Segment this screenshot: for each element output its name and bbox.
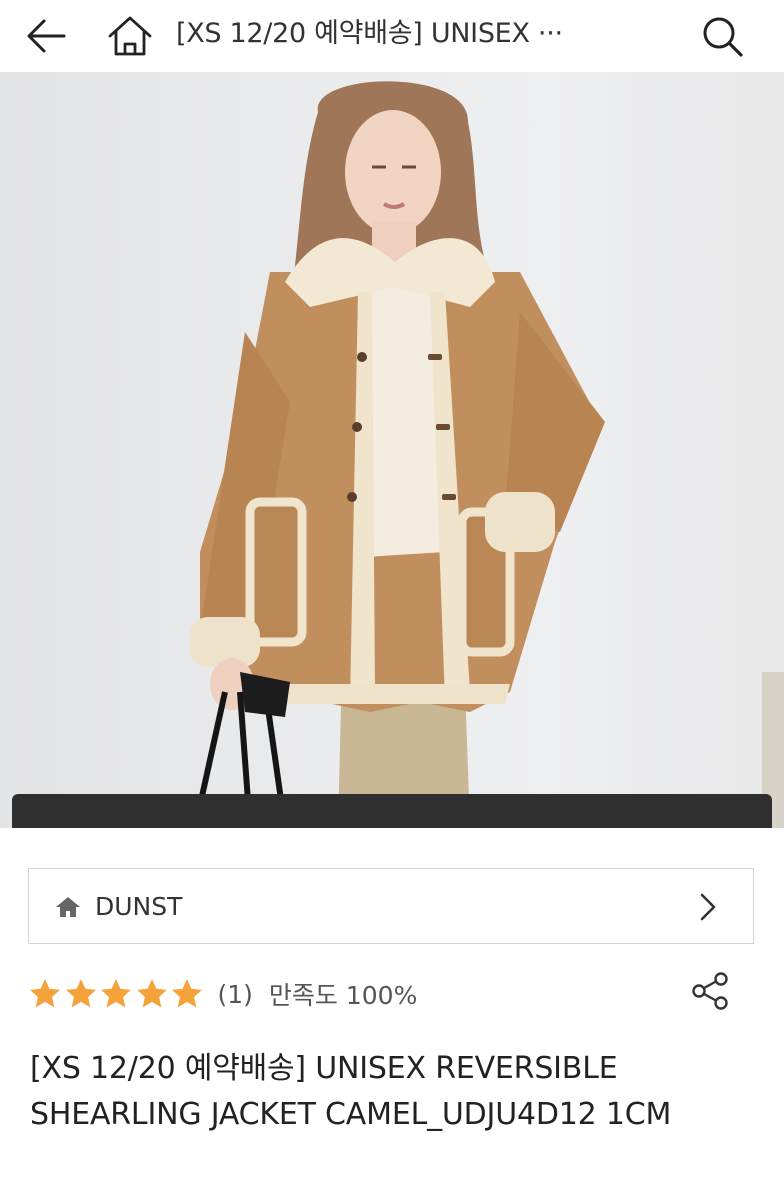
home-icon bbox=[56, 897, 80, 917]
star-icon bbox=[101, 979, 131, 1008]
search-icon[interactable] bbox=[696, 10, 748, 62]
page-title: [XS 12/20 예약배송] UNISEX ··· bbox=[176, 18, 563, 49]
chevron-right-icon bbox=[700, 893, 716, 921]
home-icon[interactable] bbox=[104, 10, 156, 62]
rating-row: (1) 만족도 100% bbox=[28, 972, 417, 1016]
satisfaction-rate: 만족도 100% bbox=[268, 981, 418, 1010]
star-rating bbox=[28, 977, 206, 1011]
star-icon bbox=[172, 979, 202, 1008]
star-icon bbox=[30, 979, 60, 1008]
top-app-bar: [XS 12/20 예약배송] UNISEX ··· bbox=[0, 0, 784, 72]
product-image[interactable]: SOLD OUT bbox=[0, 72, 784, 828]
brand-name: DUNST bbox=[95, 892, 183, 921]
sold-out-banner: SOLD OUT bbox=[12, 794, 772, 828]
back-arrow-icon[interactable] bbox=[20, 10, 72, 62]
star-icon bbox=[136, 979, 167, 1008]
share-icon[interactable] bbox=[690, 970, 732, 1012]
brand-shop-link[interactable]: DUNST bbox=[28, 868, 754, 944]
product-photo bbox=[190, 81, 784, 828]
star-icon bbox=[65, 979, 96, 1008]
review-count[interactable]: (1) bbox=[218, 980, 253, 1009]
product-title: [XS 12/20 예약배송] UNISEX REVERSIBLE SHEARL… bbox=[30, 1051, 672, 1132]
